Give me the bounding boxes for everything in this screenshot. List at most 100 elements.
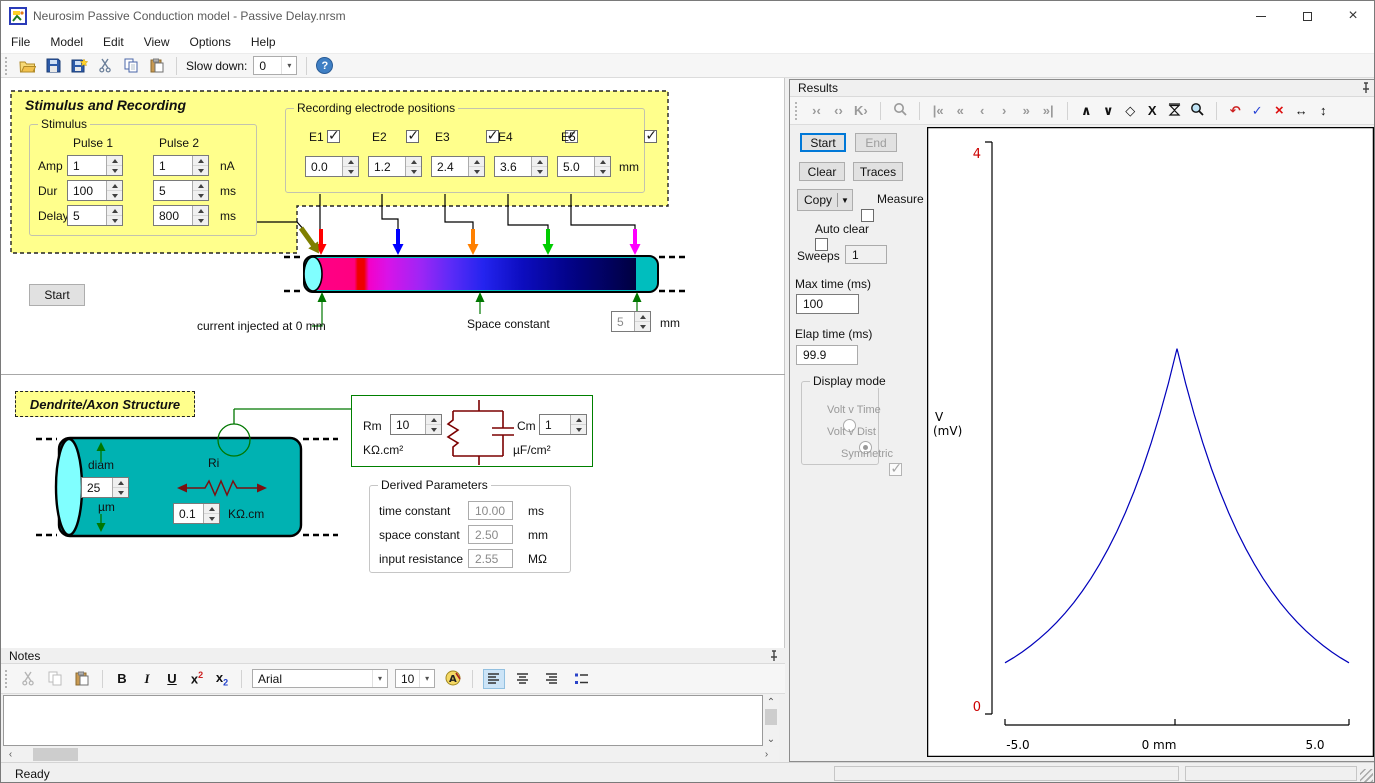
go-back-icon[interactable]: ‹ (976, 103, 989, 118)
menu-help[interactable]: Help (241, 32, 286, 52)
sweep-start-button[interactable]: Start (800, 133, 846, 152)
scroll-thumb[interactable] (33, 748, 78, 761)
spin-down-icon[interactable] (193, 166, 208, 175)
spin-down-icon[interactable] (532, 167, 547, 176)
menu-edit[interactable]: Edit (93, 32, 134, 52)
expand-x-icon[interactable]: ‹› (832, 103, 845, 118)
slow-down-select[interactable]: 0 ▾ (253, 56, 297, 75)
autoscale-icon[interactable] (1168, 103, 1181, 119)
spin-down-icon[interactable] (595, 167, 610, 176)
ri-spinner[interactable]: 0.1 (173, 503, 220, 524)
spin-up-icon[interactable] (107, 156, 122, 166)
symmetric-checkbox[interactable] (889, 463, 902, 476)
subscript-button[interactable]: x2 (213, 670, 231, 688)
toolbar-grip[interactable] (795, 102, 799, 120)
spin-down-icon[interactable] (343, 167, 358, 176)
spin-down-icon[interactable] (107, 166, 122, 175)
align-right-button[interactable] (541, 669, 563, 689)
go-fast-back-icon[interactable]: « (954, 103, 967, 118)
font-name-select[interactable]: Arial ▾ (252, 669, 388, 688)
run-start-button[interactable]: Start (29, 284, 85, 306)
cut-icon[interactable] (95, 56, 115, 75)
pulse2-dur-spinner[interactable]: 5 (153, 180, 209, 201)
clear-button[interactable]: Clear (799, 162, 845, 181)
toolbar-grip[interactable] (5, 670, 9, 688)
electrode-e1-checkbox[interactable] (327, 130, 340, 143)
electrode-e4-position-spinner[interactable]: 3.6 (494, 156, 548, 177)
open-file-icon[interactable] (17, 56, 37, 75)
spin-up-icon[interactable] (635, 312, 650, 322)
go-fast-forward-icon[interactable]: » (1020, 103, 1033, 118)
spin-up-icon[interactable] (532, 157, 547, 167)
menu-model[interactable]: Model (40, 32, 93, 52)
scroll-left-icon[interactable]: ‹ (3, 747, 18, 762)
electrode-e5-checkbox[interactable] (644, 130, 657, 143)
electrode-e1-position-spinner[interactable]: 0.0 (305, 156, 359, 177)
spin-up-icon[interactable] (193, 156, 208, 166)
notes-text-area[interactable] (3, 695, 763, 746)
spin-up-icon[interactable] (595, 157, 610, 167)
pin-icon[interactable] (1360, 82, 1372, 94)
font-size-select[interactable]: 10 ▾ (395, 669, 435, 688)
diam-spinner[interactable]: 25 (81, 477, 129, 498)
scroll-up-icon[interactable]: ⌃ (763, 695, 779, 709)
bullet-list-button[interactable] (570, 669, 592, 689)
copy-icon[interactable] (45, 669, 65, 688)
paste-icon[interactable] (147, 56, 167, 75)
delete-icon[interactable]: × (1273, 102, 1286, 119)
notes-vscrollbar[interactable]: ⌃ ⌄ (763, 695, 779, 746)
spin-up-icon[interactable] (469, 157, 484, 167)
compress-y-icon[interactable]: X (1146, 103, 1159, 118)
bold-button[interactable]: B (113, 671, 131, 686)
pin-icon[interactable] (768, 650, 780, 662)
go-last-icon[interactable]: »| (1042, 103, 1055, 118)
menu-file[interactable]: File (1, 32, 40, 52)
close-button[interactable]: × (1330, 1, 1375, 31)
align-left-button[interactable] (483, 669, 505, 689)
spin-up-icon[interactable] (107, 206, 122, 216)
spin-down-icon[interactable] (107, 216, 122, 225)
go-first-icon[interactable]: |« (932, 103, 945, 118)
spin-up-icon[interactable] (204, 504, 219, 514)
scroll-down-icon[interactable]: ⌄ (763, 732, 779, 746)
spin-up-icon[interactable] (113, 478, 128, 488)
menu-view[interactable]: View (134, 32, 180, 52)
spin-up-icon[interactable] (343, 157, 358, 167)
spin-down-icon[interactable] (406, 167, 421, 176)
pulse2-delay-spinner[interactable]: 800 (153, 205, 209, 226)
superscript-button[interactable]: x2 (188, 670, 206, 686)
spin-down-icon[interactable] (571, 425, 586, 434)
pulse1-dur-spinner[interactable]: 100 (67, 180, 123, 201)
electrode-e3-position-spinner[interactable]: 2.4 (431, 156, 485, 177)
scroll-right-icon[interactable]: › (759, 747, 774, 762)
menu-options[interactable]: Options (180, 32, 241, 52)
electrode-e2-position-spinner[interactable]: 1.2 (368, 156, 422, 177)
spin-down-icon[interactable] (635, 322, 650, 331)
cut-icon[interactable] (18, 669, 38, 688)
spin-up-icon[interactable] (571, 415, 586, 425)
toolbar-grip[interactable] (5, 57, 9, 75)
pan-y-icon[interactable]: ↕ (1317, 103, 1330, 118)
notes-hscrollbar[interactable]: ‹ › (1, 747, 779, 762)
spin-down-icon[interactable] (107, 191, 122, 200)
pan-x-icon[interactable]: ↔ (1295, 103, 1308, 118)
traces-button[interactable]: Traces (853, 162, 903, 181)
go-forward-icon[interactable]: › (998, 103, 1011, 118)
spin-down-icon[interactable] (204, 514, 219, 523)
save-as-icon[interactable] (69, 56, 89, 75)
pulse2-amp-spinner[interactable]: 1 (153, 155, 209, 176)
resize-grip[interactable] (1360, 769, 1373, 782)
space-constant-spinner[interactable]: 5 (611, 311, 651, 332)
scroll-thumb[interactable] (765, 709, 777, 725)
spin-up-icon[interactable] (406, 157, 421, 167)
spin-down-icon[interactable] (469, 167, 484, 176)
fit-x-icon[interactable]: K› (854, 103, 868, 118)
align-center-button[interactable] (512, 669, 534, 689)
underline-button[interactable]: U (163, 671, 181, 686)
spin-up-icon[interactable] (107, 181, 122, 191)
compress-x-icon[interactable]: ›‹ (810, 103, 823, 118)
pulse1-amp-spinner[interactable]: 1 (67, 155, 123, 176)
pulse1-delay-spinner[interactable]: 5 (67, 205, 123, 226)
undo-icon[interactable]: ↶ (1229, 103, 1242, 119)
gain-down-icon[interactable]: ∨ (1102, 103, 1115, 119)
